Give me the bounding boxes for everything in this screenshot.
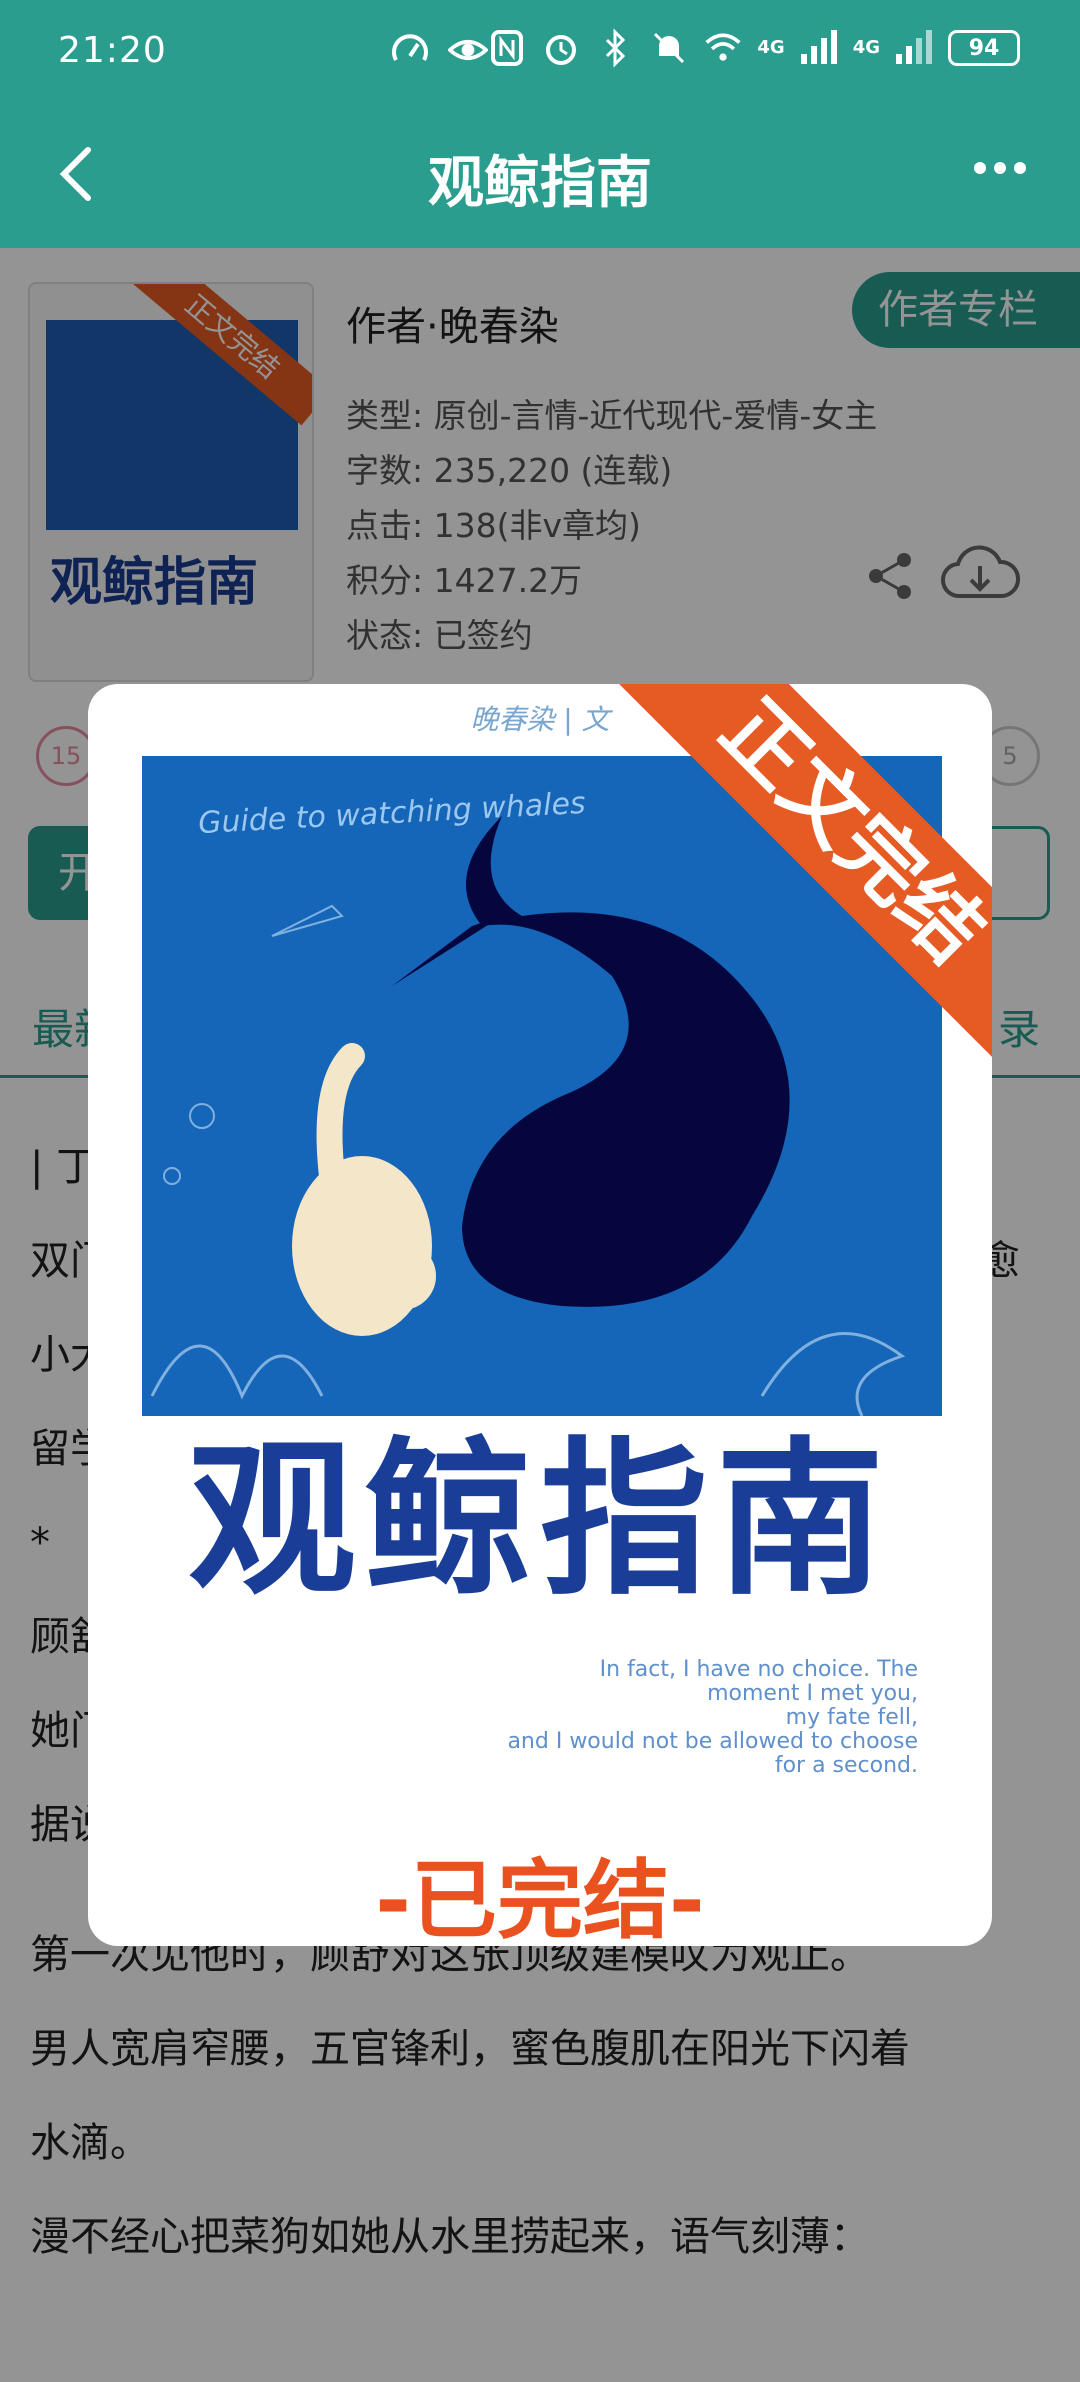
- bluetooth-icon: [606, 28, 626, 68]
- network-type-1: 4G: [757, 37, 785, 58]
- eye-icon: [448, 40, 488, 60]
- popup-title: 观鲸指南: [188, 1422, 892, 1618]
- popup-author: 晚春染 | 文: [470, 703, 610, 736]
- signal-icon-2: [896, 30, 932, 64]
- more-options-icon[interactable]: [974, 162, 1026, 174]
- signal-icon: [800, 30, 837, 64]
- popup-completed-label: -已完结-: [375, 1851, 705, 1946]
- speedometer-icon: [392, 34, 428, 61]
- popup-quote: In fact, I have no choice. The moment I …: [507, 1657, 918, 1778]
- status-time: 21:20: [58, 30, 167, 71]
- battery-level: 94: [968, 35, 1000, 61]
- cover-preview-popup[interactable]: 晚春染 | 文 Guide to watching whales 正文完结 观鲸…: [88, 684, 992, 1946]
- battery-icon: 94: [948, 30, 1020, 66]
- nfc-icon: [491, 30, 524, 66]
- status-bar: 21:20 4G 4G 94: [0, 0, 1080, 100]
- page-title: 观鲸指南: [428, 151, 652, 216]
- network-type-2: 4G: [852, 37, 880, 58]
- mute-bell-icon: [654, 32, 685, 64]
- wifi-icon: [705, 33, 741, 61]
- alarm-icon: [546, 35, 577, 65]
- app-bar: 观鲸指南: [0, 100, 1080, 248]
